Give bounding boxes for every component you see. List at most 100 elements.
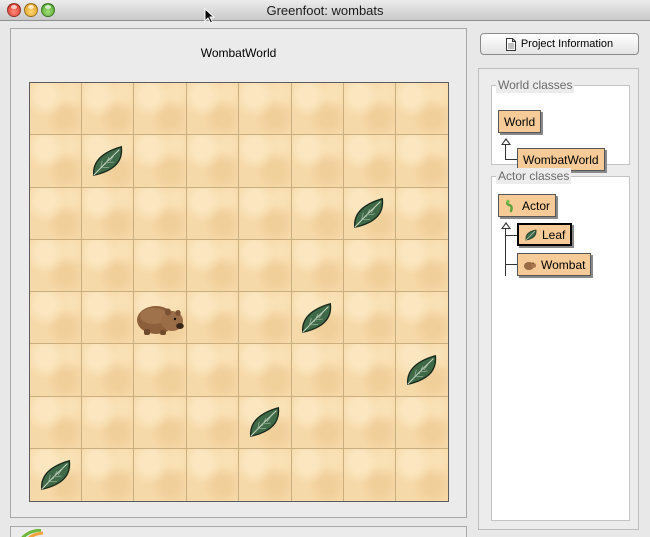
class-wombat[interactable]: Wombat — [517, 253, 592, 276]
title-bar: Greenfoot: wombats — [0, 0, 650, 24]
leaf-actor[interactable] — [239, 396, 292, 449]
world-cell[interactable] — [82, 187, 135, 240]
world-cell[interactable] — [395, 396, 448, 449]
tree-connector — [505, 145, 506, 159]
leaf-icon[interactable] — [246, 403, 284, 441]
world-cell[interactable] — [134, 396, 188, 449]
world-cell[interactable] — [395, 135, 448, 188]
leaf-actor[interactable] — [30, 448, 83, 501]
class-label: Wombat — [541, 257, 586, 272]
class-world[interactable]: World — [498, 110, 542, 133]
world-cell[interactable] — [187, 448, 240, 501]
world-classes-title: World classes — [496, 77, 575, 93]
world-cell[interactable] — [187, 344, 240, 397]
leaf-icon[interactable] — [298, 299, 336, 337]
leaf-icon[interactable] — [89, 142, 127, 180]
class-label: World — [504, 114, 536, 129]
class-leaf[interactable]: Leaf — [517, 223, 573, 246]
leaf-icon[interactable] — [350, 194, 388, 232]
world-cell[interactable] — [30, 396, 83, 449]
wombat-actor[interactable] — [134, 292, 188, 345]
world-cell[interactable] — [134, 83, 188, 136]
project-information-button[interactable]: Project Information — [480, 33, 639, 55]
world-cell[interactable] — [395, 187, 448, 240]
world-cell[interactable] — [82, 292, 135, 345]
world-cell[interactable] — [134, 344, 188, 397]
world-cell[interactable] — [343, 83, 396, 136]
world-cell[interactable] — [187, 135, 240, 188]
world-classes-group: World classes World WombatWorld — [491, 77, 630, 171]
world-cell[interactable] — [395, 292, 448, 345]
world-cell[interactable] — [343, 135, 396, 188]
world-cell[interactable] — [239, 187, 292, 240]
world-cell[interactable] — [82, 396, 135, 449]
world-cell[interactable] — [82, 239, 135, 292]
tree-connector — [505, 159, 517, 160]
world-cell[interactable] — [395, 83, 448, 136]
world-cell[interactable] — [239, 83, 292, 136]
inheritance-arrow-icon — [501, 222, 511, 229]
mouse-cursor-icon — [204, 8, 216, 24]
world-title: WombatWorld — [200, 46, 277, 60]
world-cell[interactable] — [187, 239, 240, 292]
world-cell[interactable] — [82, 448, 135, 501]
world-cell[interactable] — [343, 292, 396, 345]
world-cell[interactable] — [291, 239, 344, 292]
leaf-icon — [525, 229, 537, 240]
world-cell[interactable] — [343, 448, 396, 501]
world-cell[interactable] — [134, 448, 188, 501]
world-cell[interactable] — [343, 396, 396, 449]
wombat-icon[interactable] — [134, 298, 186, 338]
world-cell[interactable] — [134, 187, 188, 240]
world-cell[interactable] — [239, 292, 292, 345]
world-cell[interactable] — [291, 187, 344, 240]
world-cell[interactable] — [239, 448, 292, 501]
class-label: Actor — [522, 198, 551, 213]
wombat-icon — [524, 261, 537, 270]
document-icon — [505, 37, 516, 51]
leaf-actor[interactable] — [395, 344, 448, 397]
world-cell[interactable] — [239, 135, 292, 188]
world-cell[interactable] — [82, 83, 135, 136]
world-cell[interactable] — [30, 135, 83, 188]
tree-connector — [505, 229, 506, 276]
world-cell[interactable] — [343, 239, 396, 292]
tree-connector — [505, 264, 517, 265]
world-cell[interactable] — [291, 396, 344, 449]
world-cell[interactable] — [291, 448, 344, 501]
leaf-icon[interactable] — [403, 351, 441, 389]
class-actor[interactable]: Actor — [498, 194, 557, 217]
world-cell[interactable] — [134, 239, 188, 292]
world-cell[interactable] — [291, 83, 344, 136]
world-cell[interactable] — [30, 239, 83, 292]
world-cell[interactable] — [239, 239, 292, 292]
class-label: Leaf — [542, 227, 566, 242]
leaf-actor[interactable] — [291, 292, 344, 345]
world-cell[interactable] — [134, 135, 188, 188]
actor-classes-group: Actor classes Actor Leaf Wombat — [491, 168, 630, 521]
actor-classes-title: Actor classes — [496, 168, 572, 184]
class-browser: World classes World WombatWorld Actor cl… — [478, 68, 639, 530]
class-label: WombatWorld — [523, 152, 599, 167]
world-cell[interactable] — [343, 344, 396, 397]
world-cell[interactable] — [239, 344, 292, 397]
world-cell[interactable] — [291, 135, 344, 188]
world-cell[interactable] — [395, 448, 448, 501]
world-cell[interactable] — [30, 344, 83, 397]
leaf-actor[interactable] — [82, 135, 135, 188]
world-cell[interactable] — [30, 83, 83, 136]
project-information-label: Project Information — [520, 38, 614, 50]
world-cell[interactable] — [187, 83, 240, 136]
world-cell[interactable] — [187, 292, 240, 345]
leaf-icon[interactable] — [37, 456, 75, 494]
world-cell[interactable] — [187, 396, 240, 449]
world-cell[interactable] — [187, 187, 240, 240]
world-cell[interactable] — [30, 187, 83, 240]
world-cell[interactable] — [30, 292, 83, 345]
world-cell[interactable] — [395, 239, 448, 292]
world-cell[interactable] — [82, 344, 135, 397]
world-grid[interactable] — [29, 82, 449, 502]
world-cell[interactable] — [291, 344, 344, 397]
control-panel — [10, 526, 467, 537]
leaf-actor[interactable] — [343, 187, 396, 240]
